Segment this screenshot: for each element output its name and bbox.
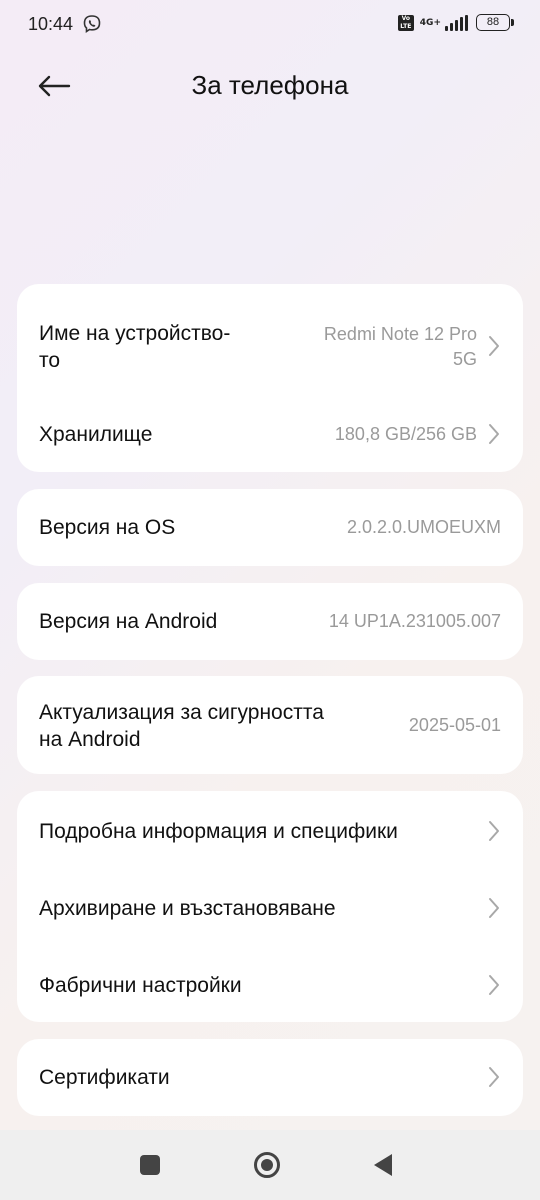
network-type: 4G+: [419, 17, 441, 28]
certificates-card[interactable]: Сертификати: [17, 1039, 523, 1116]
details-row[interactable]: Подробна информация и специфики: [17, 801, 523, 861]
signal-icon: [445, 14, 468, 31]
device-name-label: Име на устройство- то: [39, 322, 231, 372]
chevron-right-icon: [487, 896, 501, 920]
viber-icon: [82, 14, 102, 34]
details-label: Подробна информация и специфики: [39, 820, 398, 843]
storage-row[interactable]: Хранилище 180,8 GB/256 GB: [17, 404, 523, 464]
device-name-value: Redmi Note 12 Pro 5G: [323, 324, 477, 369]
more-options-card: Подробна информация и специфики Архивира…: [17, 791, 523, 1022]
battery-icon: 88: [476, 14, 514, 31]
os-version-value: 2.0.2.0.UMOEUXM: [346, 517, 501, 537]
factory-reset-row[interactable]: Фабрични настройки: [17, 955, 523, 1015]
page-title: За телефона: [191, 70, 349, 100]
chevron-right-icon: [487, 334, 501, 358]
security-update-value: 2025-05-01: [408, 715, 501, 735]
volte-icon: Vo LTE: [397, 14, 414, 31]
os-version-label: Версия на OS: [39, 516, 176, 539]
os-version-card[interactable]: Версия на OS 2.0.2.0.UMOEUXM: [17, 489, 523, 566]
square-icon[interactable]: [140, 1155, 160, 1175]
chevron-right-icon: [487, 973, 501, 997]
factory-reset-label: Фабрични настройки: [39, 974, 242, 997]
backup-label: Архивиране и възстановяване: [39, 897, 336, 920]
security-update-label: Актуализация за сигурността на Android: [39, 701, 324, 751]
triangle-back-icon[interactable]: [374, 1154, 392, 1176]
chevron-right-icon: [487, 1065, 501, 1089]
device-name-row[interactable]: Име на устройство- то Redmi Note 12 Pro …: [17, 312, 523, 382]
android-version-value: 14 UP1A.231005.007: [328, 611, 501, 631]
chevron-right-icon: [487, 422, 501, 446]
storage-value: 180,8 GB/256 GB: [334, 424, 477, 444]
android-version-label: Версия на Android: [39, 610, 218, 633]
status-time: 10:44: [28, 14, 74, 34]
circle-icon[interactable]: [254, 1152, 280, 1178]
backup-row[interactable]: Архивиране и възстановяване: [17, 878, 523, 938]
status-icons: Vo LTE 4G+ 88: [397, 14, 514, 31]
navigation-bar: [0, 1130, 540, 1200]
chevron-right-icon: [487, 819, 501, 843]
certificates-label: Сертификати: [39, 1066, 170, 1089]
security-update-card[interactable]: Актуализация за сигурността на Android 2…: [17, 676, 523, 774]
device-card: Име на устройство- то Redmi Note 12 Pro …: [17, 284, 523, 472]
android-version-card[interactable]: Версия на Android 14 UP1A.231005.007: [17, 583, 523, 660]
storage-label: Хранилище: [39, 423, 153, 446]
status-bar: 10:44 Vo LTE 4G+ 88: [0, 0, 540, 50]
